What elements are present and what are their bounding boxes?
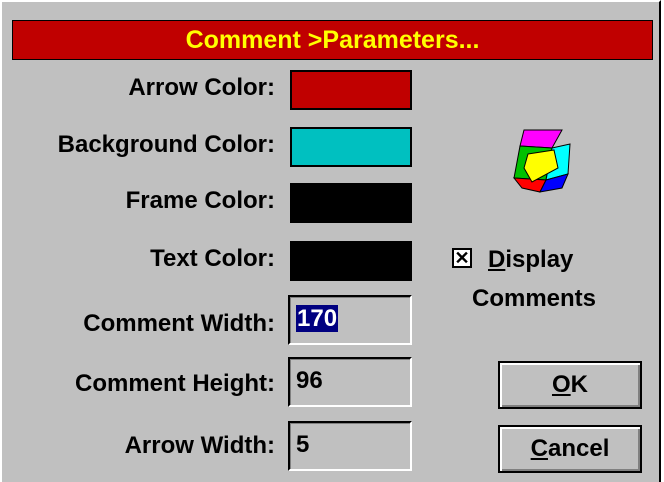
ok-rest: K	[570, 371, 588, 398]
display-rest: isplay	[505, 246, 574, 273]
display-comments-checkbox[interactable]: ✕	[452, 248, 472, 268]
text-color-swatch[interactable]	[290, 241, 412, 281]
display-mnemonic: D	[488, 246, 506, 273]
display-comments-label-line1[interactable]: Display	[488, 246, 573, 274]
frame-color-label: Frame Color:	[125, 187, 275, 214]
ok-button[interactable]: OK	[498, 361, 642, 409]
background-color-label: Background Color:	[57, 131, 275, 158]
text-color-label: Text Color:	[150, 245, 275, 272]
cancel-rest: ancel	[547, 435, 610, 462]
arrow-color-swatch[interactable]	[290, 70, 412, 110]
arrow-color-label: Arrow Color:	[128, 74, 275, 101]
arrow-width-value: 5	[296, 431, 310, 458]
comment-width-field[interactable]: 170	[288, 295, 412, 345]
comment-parameters-icon	[512, 129, 571, 193]
dialog-title: Comment >Parameters...	[12, 20, 653, 60]
cancel-mnemonic: C	[530, 435, 548, 462]
comment-height-value: 96	[296, 367, 323, 394]
comment-width-value: 170	[296, 305, 339, 332]
display-comments-label-line2[interactable]: Comments	[472, 285, 596, 313]
comment-height-field[interactable]: 96	[288, 357, 412, 407]
comment-width-label: Comment Width:	[83, 310, 275, 337]
cancel-button[interactable]: Cancel	[498, 425, 642, 473]
comment-height-label: Comment Height:	[75, 370, 275, 397]
comment-parameters-dialog: Comment >Parameters... Arrow Color: Back…	[0, 0, 661, 482]
arrow-width-label: Arrow Width:	[124, 432, 275, 459]
frame-color-swatch[interactable]	[290, 183, 412, 223]
arrow-width-field[interactable]: 5	[288, 421, 412, 471]
background-color-swatch[interactable]	[290, 127, 412, 167]
ok-mnemonic: O	[551, 371, 571, 398]
